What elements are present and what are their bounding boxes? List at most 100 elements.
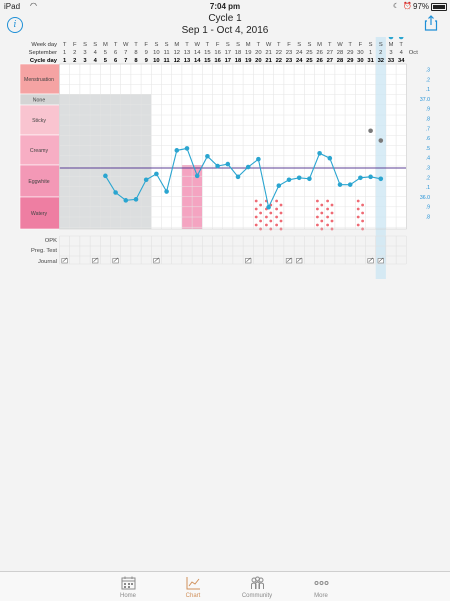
category-label-watery: Watery [31,211,48,217]
date-tick: 8 [134,50,137,56]
week-day-tick: F [73,42,77,48]
temperature-point [225,161,231,167]
cycle-day-tick: 15 [204,58,211,64]
temperature-point [184,146,190,151]
temperature-point [123,198,129,203]
date-tick: 24 [296,50,303,56]
watery-dot [356,215,360,219]
cycle-day-tick: 7 [124,58,127,64]
watery-dot [259,203,262,207]
watery-dot [279,203,283,207]
cycle-day-tick: 20 [255,58,261,64]
cycle-day-tick: 8 [134,58,138,64]
battery-icon [431,3,447,11]
cycle-day-tick: 18 [235,58,242,64]
date-tick: 19 [245,50,251,56]
week-day-tick: T [185,42,189,48]
watery-dot [316,215,319,219]
temperature-tick: .9 [426,107,430,113]
watery-dot [330,211,334,215]
temperature-point [133,197,139,202]
watery-dot [320,211,324,215]
temperature-tick: .2 [426,77,430,83]
tab-community[interactable]: Community [227,572,287,601]
week-day-tick: W [123,42,129,48]
journal-entry-icon [92,258,99,264]
temperature-point [266,204,271,210]
temperature-tick: .4 [426,156,430,162]
watery-dot [275,207,278,211]
date-tick: 5 [104,50,107,56]
share-button[interactable] [424,15,438,31]
cycle-day-tick: 25 [306,58,313,64]
temperature-tick: 37.0 [420,97,430,103]
cycle-day-tick: 2 [73,58,76,64]
journal-entry-icon [153,258,160,264]
journal-entry-icon [245,258,252,264]
watery-dot [265,223,268,227]
date-tick: 17 [225,50,231,56]
tab-chart[interactable]: Chart [163,572,223,601]
cycle-day-tick: 13 [184,58,191,64]
week-day-tick: F [359,42,363,48]
month-row-label: September [29,50,57,56]
temperature-tick: .6 [426,136,430,142]
week-day-tick: F [144,42,148,48]
date-tick: 4 [400,50,404,56]
tab-home-label: Home [119,593,136,599]
date-tick: 2 [73,50,76,56]
journal-entry-icon [367,258,374,264]
week-day-tick: M [174,42,179,48]
temperature-point [368,174,373,180]
journal-entry-icon [377,258,384,264]
watery-dot [259,211,262,215]
share-icon [424,15,438,31]
tab-home[interactable]: Home [98,572,158,601]
cycle-day-tick: 12 [174,58,180,64]
date-tick: 3 [389,50,392,56]
cycle-day-tick: 3 [83,58,87,64]
cycle-day-tick: 11 [164,58,171,64]
current-day-column [375,37,386,279]
temperature-tick: .1 [426,87,430,93]
week-day-tick: S [369,42,373,48]
watery-dot [356,223,360,227]
temperature-tick: .8 [426,117,430,123]
cycle-day-tick: 28 [337,58,344,64]
week-day-tick: T [257,42,261,48]
date-tick: 9 [145,50,148,56]
cycle-day-tick: 21 [265,58,272,64]
temperature-point [286,177,292,183]
watery-dot [356,207,360,211]
lower-row-label-journal: Journal [38,259,57,265]
week-day-tick: F [287,42,291,48]
chart-icon [186,577,200,590]
journal-entry-icon [61,258,68,264]
cycle-day-tick: 31 [367,58,374,64]
temperature-point [235,174,241,180]
date-tick: 14 [194,50,201,56]
tab-more[interactable]: More [291,572,351,601]
week-day-tick: S [379,42,383,48]
cycle-day-tick: 33 [388,58,395,64]
watery-dot [254,223,258,227]
tab-community-label: Community [241,593,273,599]
temperature-point [358,175,363,181]
date-tick: 20 [255,50,261,56]
temperature-point [347,182,353,187]
temperature-point [296,175,302,181]
watery-dot [326,199,329,203]
week-day-tick: T [348,42,352,48]
journal-entry-icon [285,258,293,264]
cycle-chart[interactable]: Menstruation None Sticky Creamy Eggwhite Wate… [0,37,450,279]
date-tick: 2 [379,50,382,56]
watery-dot [316,199,319,203]
temperature-point [307,176,312,182]
temperature-point [398,37,404,40]
date-tick: 18 [235,50,241,56]
none-shaded-area [59,94,152,229]
week-day-tick: W [194,42,200,48]
date-tick: 10 [153,50,159,56]
temperature-point [378,176,384,182]
date-tick: 25 [306,50,312,56]
